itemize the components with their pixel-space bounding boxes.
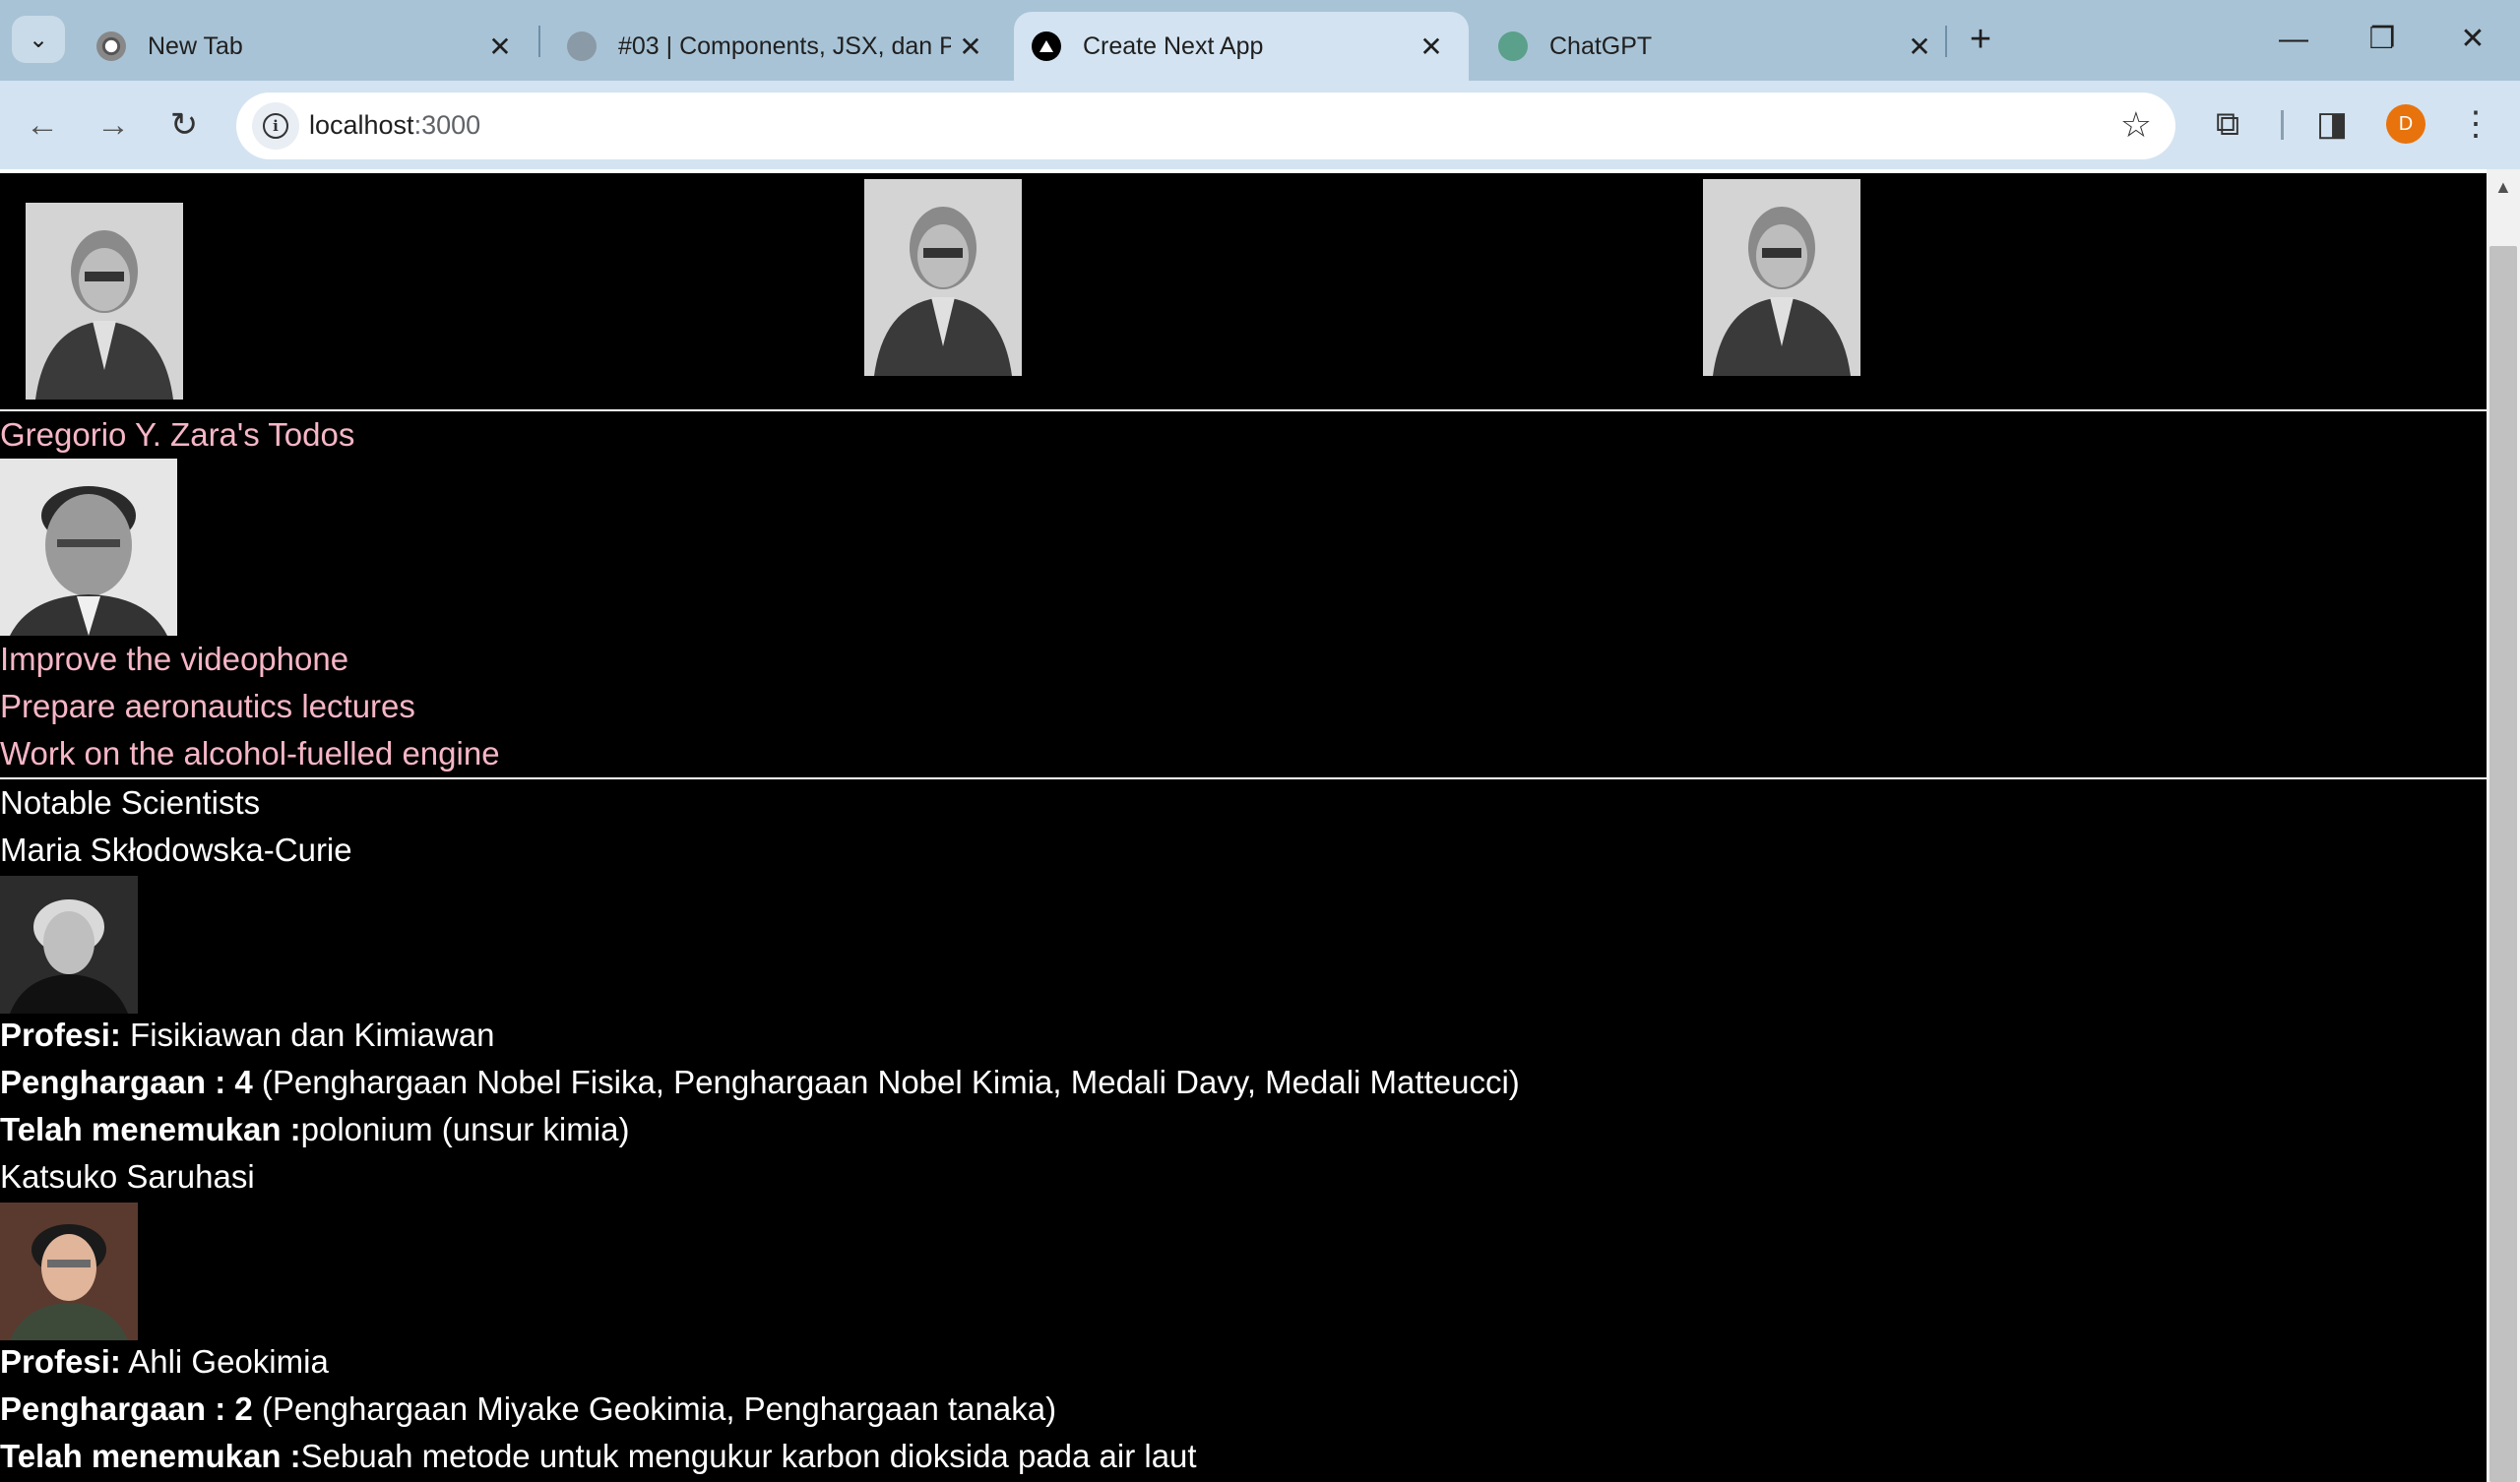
bookmark-star-icon[interactable]: ☆ [2120,104,2152,146]
tab-chatgpt[interactable]: ChatGPT ✕ [1469,12,1957,81]
scientist-discovery: Telah menemukan :Sebuah metode untuk men… [0,1437,1197,1476]
side-panel-icon[interactable]: ◨ [2309,100,2355,148]
close-window-button[interactable]: ✕ [2443,14,2502,65]
info-icon: i [263,113,288,139]
restore-icon: ❐ [2368,23,2396,55]
tab-title: #03 | Components, JSX, dan Props [618,31,951,60]
forward-button[interactable]: → [91,102,136,148]
restore-button[interactable]: ❐ [2353,14,2412,65]
globe-icon [567,31,597,61]
discovery-value: Sebuah metode untuk mengukur karbon diok… [300,1438,1197,1474]
browser-toolbar: ← → ↻ i localhost:3000 ☆ ⧉ ◨ D ⋮ [0,81,2520,169]
scientists-heading: Notable Scientists [0,784,261,821]
scientist-profession: Profesi: Ahli Geokimia [0,1342,329,1382]
tab-new-tab[interactable]: New Tab ✕ [65,12,537,81]
tab-search-button[interactable]: ⌄ [12,16,65,63]
divider [0,169,2487,181]
tab-separator [1945,26,1947,57]
chrome-icon [96,31,126,61]
discovery-value: polonium (unsur kimia) [300,1111,630,1147]
scientist-photo [0,876,138,1014]
scientist-name: Katsuko Saruhasi [0,1158,255,1195]
close-icon[interactable]: ✕ [1900,31,1939,63]
awards-value: (Penghargaan Nobel Fisika, Penghargaan N… [252,1064,1520,1100]
profession-value: Fisikiawan dan Kimiawan [120,1017,495,1053]
reload-button[interactable]: ↻ [161,102,207,148]
site-info-button[interactable]: i [252,102,299,150]
minimize-button[interactable]: — [2264,14,2323,65]
tab-title: ChatGPT [1549,31,1653,60]
awards-value: (Penghargaan Miyake Geokimia, Penghargaa… [252,1390,1057,1427]
gregorio-zara-image [0,459,177,636]
chatgpt-icon [1498,31,1528,61]
tab-create-next-app[interactable]: Create Next App ✕ [1014,12,1469,81]
scrollbar-thumb[interactable] [2489,246,2517,1482]
todo-item: Prepare aeronautics lectures [0,688,415,724]
plus-icon: + [1969,19,1992,60]
scientist-awards: Penghargaan : 4 (Penghargaan Nobel Fisik… [0,1063,1520,1102]
tab-strip: ⌄ New Tab ✕ #03 | Components, JSX, dan P… [0,0,2520,81]
arrow-right-icon: → [96,106,130,144]
vertical-scrollbar[interactable]: ▲ [2487,169,2520,1482]
scientist-profession: Profesi: Fisikiawan dan Kimiawan [0,1016,495,1055]
tab-title: Create Next App [1083,31,1264,60]
portrait-image [1703,179,1860,376]
scientist-discovery: Telah menemukan :polonium (unsur kimia) [0,1110,629,1149]
todo-item: Improve the videophone [0,641,349,677]
url-host: localhost [309,110,414,140]
arrow-left-icon: ← [26,106,59,144]
close-icon: ✕ [2460,23,2486,55]
url-port: :3000 [413,110,481,140]
chevron-down-icon: ⌄ [28,26,49,53]
profession-label: Profesi: [0,1343,121,1380]
scientist-awards: Penghargaan : 2 (Penghargaan Miyake Geok… [0,1389,1056,1429]
divider [0,409,2487,411]
portrait-image [26,203,183,400]
tab-title: New Tab [148,31,243,60]
menu-dots-icon[interactable]: ⋮ [2453,100,2498,148]
divider [0,777,2487,779]
close-icon[interactable]: ✕ [951,31,990,63]
reload-icon: ↻ [169,106,199,144]
todo-item: Work on the alcohol-fuelled engine [0,735,500,772]
extensions-icon[interactable]: ⧉ [2205,100,2250,148]
close-icon[interactable]: ✕ [480,31,520,63]
todo-heading: Gregorio Y. Zara's Todos [0,416,355,453]
awards-label: Penghargaan : 2 [0,1390,253,1427]
scientist-name: Maria Skłodowska-Curie [0,832,352,868]
scientist-photo [0,1203,138,1340]
address-bar[interactable]: i localhost:3000 ☆ [236,93,2175,159]
profession-label: Profesi: [0,1017,121,1053]
discovery-label: Telah menemukan : [0,1438,301,1474]
profession-value: Ahli Geokimia [120,1343,329,1380]
scroll-up-arrow-icon[interactable]: ▲ [2494,177,2512,198]
url-text[interactable]: localhost:3000 [309,110,480,141]
close-icon[interactable]: ✕ [1412,31,1451,63]
tab-components-jsx[interactable]: #03 | Components, JSX, dan Props ✕ [536,12,1008,81]
minimize-icon: — [2279,23,2308,55]
portrait-image [864,179,1022,376]
nextjs-icon [1032,31,1061,61]
discovery-label: Telah menemukan : [0,1111,301,1147]
avatar[interactable]: D [2386,104,2426,144]
page-content: Gregorio Y. Zara's Todos Improve the vid… [0,169,2487,1482]
back-button[interactable]: ← [20,102,65,148]
new-tab-button[interactable]: + [1959,18,2002,61]
toolbar-separator [2281,110,2284,140]
awards-label: Penghargaan : 4 [0,1064,253,1100]
